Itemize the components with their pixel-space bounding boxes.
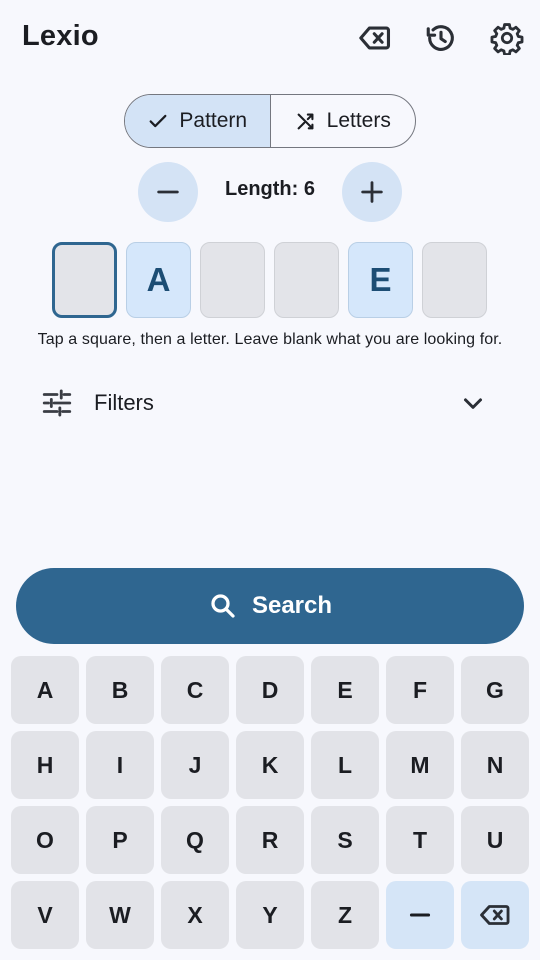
- pattern-tile-1[interactable]: [52, 242, 117, 318]
- letters-mode-button[interactable]: Letters: [269, 95, 416, 147]
- backspace-icon: [480, 905, 510, 925]
- key-t[interactable]: T: [386, 806, 454, 874]
- hint-text: Tap a square, then a letter. Leave blank…: [37, 331, 503, 348]
- blank-key[interactable]: [386, 881, 454, 949]
- key-v[interactable]: V: [11, 881, 79, 949]
- increase-length-button[interactable]: [342, 162, 402, 222]
- key-l[interactable]: L: [311, 731, 379, 799]
- key-p[interactable]: P: [86, 806, 154, 874]
- minus-icon: [157, 190, 179, 194]
- key-g[interactable]: G: [461, 656, 529, 724]
- key-c[interactable]: C: [161, 656, 229, 724]
- key-z[interactable]: Z: [311, 881, 379, 949]
- search-icon: [211, 594, 235, 618]
- filters-expander[interactable]: Filters: [36, 380, 496, 426]
- key-a[interactable]: A: [11, 656, 79, 724]
- key-h[interactable]: H: [11, 731, 79, 799]
- decrease-length-button[interactable]: [138, 162, 198, 222]
- key-y[interactable]: Y: [236, 881, 304, 949]
- key-o[interactable]: O: [11, 806, 79, 874]
- keyboard-row-3: O P Q R S T U: [11, 806, 529, 874]
- pattern-tile-6[interactable]: [422, 242, 487, 318]
- settings-gear-icon[interactable]: [489, 20, 525, 56]
- pattern-tile-5[interactable]: E: [348, 242, 413, 318]
- key-q[interactable]: Q: [161, 806, 229, 874]
- letter-keyboard: A B C D E F G H I J K L M N O P Q R S T …: [11, 656, 529, 956]
- key-u[interactable]: U: [461, 806, 529, 874]
- key-s[interactable]: S: [311, 806, 379, 874]
- clear-backspace-icon[interactable]: [357, 20, 393, 56]
- tune-sliders-icon: [42, 389, 72, 417]
- keyboard-row-4: V W X Y Z: [11, 881, 529, 949]
- app-screen: Lexio Pattern Letters Length: 6 A E Tap …: [0, 0, 540, 960]
- pattern-mode-button[interactable]: Pattern: [125, 95, 270, 147]
- length-label: Length: 6: [225, 178, 315, 200]
- pattern-tile-3[interactable]: [200, 242, 265, 318]
- search-label: Search: [251, 592, 333, 619]
- pattern-tile-2[interactable]: A: [126, 242, 191, 318]
- filters-label: Filters: [94, 390, 154, 415]
- key-k[interactable]: K: [236, 731, 304, 799]
- history-icon[interactable]: [423, 20, 459, 56]
- chevron-down-icon: [464, 398, 482, 409]
- plus-icon: [361, 181, 383, 203]
- pattern-tiles: A E: [52, 242, 487, 318]
- keyboard-row-1: A B C D E F G: [11, 656, 529, 724]
- key-d[interactable]: D: [236, 656, 304, 724]
- key-i[interactable]: I: [86, 731, 154, 799]
- keyboard-row-2: H I J K L M N: [11, 731, 529, 799]
- pattern-mode-label: Pattern: [179, 109, 248, 132]
- key-m[interactable]: M: [386, 731, 454, 799]
- key-n[interactable]: N: [461, 731, 529, 799]
- key-j[interactable]: J: [161, 731, 229, 799]
- dash-icon: [409, 913, 431, 917]
- shuffle-icon: [297, 113, 314, 130]
- search-button[interactable]: Search: [16, 568, 524, 644]
- check-icon: [149, 114, 167, 128]
- mode-toggle: Pattern Letters: [124, 94, 416, 148]
- key-w[interactable]: W: [86, 881, 154, 949]
- key-x[interactable]: X: [161, 881, 229, 949]
- key-e[interactable]: E: [311, 656, 379, 724]
- key-b[interactable]: B: [86, 656, 154, 724]
- key-r[interactable]: R: [236, 806, 304, 874]
- pattern-tile-4[interactable]: [274, 242, 339, 318]
- keyboard-backspace-key[interactable]: [461, 881, 529, 949]
- app-title: Lexio: [22, 20, 99, 52]
- key-f[interactable]: F: [386, 656, 454, 724]
- letters-mode-label: Letters: [326, 109, 391, 132]
